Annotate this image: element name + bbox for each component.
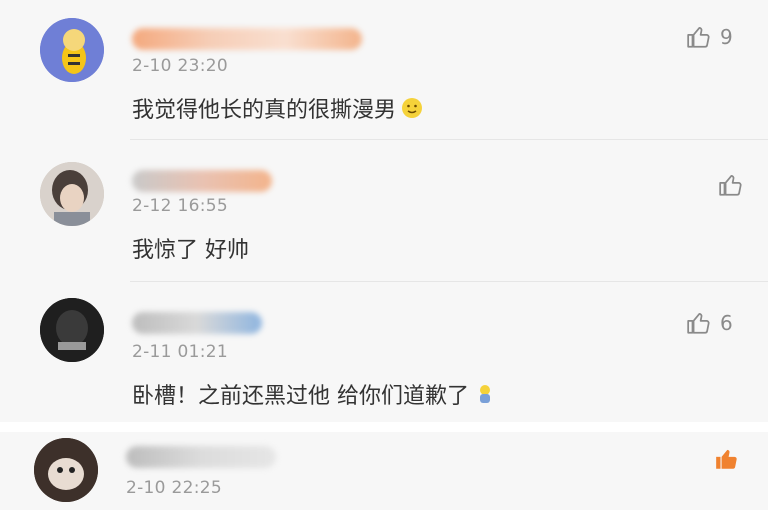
username-blurred[interactable] [132, 170, 272, 192]
thumbs-up-icon [687, 27, 710, 48]
comment-item: 2-11 01:21 卧槽！之前还黑过他 给你们道歉了 6 [0, 282, 768, 420]
cat-avatar-icon [34, 438, 98, 502]
comment-text-content: 卧槽！之前还黑过他 给你们道歉了 [132, 384, 469, 409]
like-button-liked[interactable] [714, 446, 740, 472]
like-button[interactable]: 6 [686, 310, 733, 336]
avatar[interactable] [34, 438, 98, 502]
like-count: 9 [720, 25, 733, 49]
avatar[interactable] [40, 162, 104, 226]
bow-emoji-icon [473, 382, 497, 412]
username-blurred[interactable] [132, 312, 262, 334]
like-button[interactable] [718, 172, 744, 198]
like-button[interactable]: 9 [686, 24, 733, 50]
like-count: 6 [720, 311, 733, 335]
username-blurred[interactable] [132, 28, 362, 50]
comment-time: 2-10 22:25 [126, 478, 222, 498]
thumbs-up-icon [687, 313, 710, 334]
comment-text: 我觉得他长的真的很撕漫男 [132, 92, 424, 126]
comment-text: 卧槽！之前还黑过他 给你们道歉了 [132, 378, 497, 412]
smile-emoji-icon [400, 96, 424, 126]
comment-time: 2-11 01:21 [132, 342, 228, 362]
comment-item: 2-12 16:55 我惊了 好帅 [0, 140, 768, 282]
comment-time: 2-12 16:55 [132, 196, 228, 216]
comment-text: 我惊了 好帅 [132, 238, 249, 263]
thumbs-up-icon [719, 175, 742, 196]
username-blurred[interactable] [126, 446, 276, 468]
comment-time: 2-10 23:20 [132, 56, 228, 76]
comment-item: 2-10 22:25 [0, 432, 768, 510]
section-separator [0, 422, 768, 432]
avatar[interactable] [40, 18, 104, 82]
dark-avatar-icon [40, 298, 104, 362]
comment-text-content: 我觉得他长的真的很撕漫男 [132, 98, 397, 123]
cartoon-avatar-icon [40, 18, 104, 82]
photo-avatar-icon [40, 162, 104, 226]
thumbs-up-filled-icon [716, 449, 737, 469]
comment-item: 2-10 23:20 我觉得他长的真的很撕漫男 9 [0, 0, 768, 140]
avatar[interactable] [40, 298, 104, 362]
